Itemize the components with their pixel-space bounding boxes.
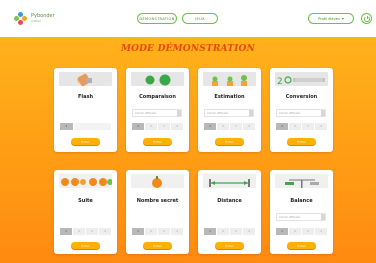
hand-pointing-icon — [59, 72, 112, 86]
brand-name: Pybonder édition — [31, 12, 55, 24]
main-area: MODE DÉMONSTRATION Flash 1 2 Entrer Comp… — [0, 37, 376, 263]
game-card-estimation: Estimation Choisir difficulté 1 2 3 4 En… — [198, 68, 261, 152]
game-title: Comparaison — [139, 94, 176, 100]
user-menu-button[interactable]: Profil élèves ▾ — [308, 13, 354, 24]
level-selector[interactable]: 1 2 3 4 — [132, 228, 183, 235]
level-button[interactable]: 3 — [158, 123, 170, 130]
start-button[interactable]: Entrer — [215, 138, 244, 145]
tab-demonstration[interactable]: DÉMONSTRATION — [137, 13, 177, 24]
level-selector[interactable]: 1 2 3 4 — [204, 228, 255, 235]
difficulty-select[interactable]: Choisir difficulté — [276, 109, 326, 117]
game-card-balance: Balance Choisir difficulté 1 2 3 4 Entre… — [270, 170, 333, 254]
level-button[interactable]: 4 — [171, 228, 183, 235]
brand-subtitle: édition — [31, 18, 42, 23]
level-button[interactable]: 1 — [204, 123, 216, 130]
start-button[interactable]: Entrer — [71, 138, 100, 145]
number-ruler-icon: 2 — [275, 72, 328, 86]
level-button[interactable]: 2 — [145, 123, 157, 130]
level-button[interactable]: 3 — [302, 228, 314, 235]
app-window: Pybonder édition DÉMONSTRATION JEUX Prof… — [0, 0, 376, 263]
distance-arrow-icon — [203, 174, 256, 188]
game-card-distance: Distance 1 2 3 4 Entrer — [198, 170, 261, 254]
level-selector[interactable]: 1 2 3 4 — [276, 123, 327, 130]
level-button[interactable]: 2 — [217, 123, 229, 130]
game-title: Suite — [78, 198, 93, 204]
start-button[interactable]: Entrer — [215, 242, 244, 249]
green-circles-icon — [131, 72, 184, 86]
logo[interactable]: Pybonder édition — [14, 12, 55, 25]
power-icon[interactable] — [361, 13, 372, 24]
level-button[interactable]: 2 — [289, 228, 301, 235]
level-selector[interactable]: 1 2 3 4 — [276, 228, 327, 235]
level-button[interactable]: 1 — [60, 228, 72, 235]
level-button[interactable]: 1 — [60, 123, 73, 130]
brand-label: Pybonder — [31, 12, 55, 19]
start-button[interactable]: Entrer — [71, 242, 100, 249]
level-button[interactable]: 3 — [302, 123, 314, 130]
tab-jeux[interactable]: JEUX — [182, 13, 218, 24]
level-button[interactable]: 4 — [243, 123, 255, 130]
difficulty-select[interactable]: Choisir difficulté — [204, 109, 254, 117]
level-button[interactable]: 4 — [315, 228, 327, 235]
level-button[interactable]: 4 — [171, 123, 183, 130]
level-button[interactable]: 1 — [132, 228, 144, 235]
logo-icon — [14, 12, 27, 25]
level-button[interactable]: 1 — [276, 228, 288, 235]
game-title: Estimation — [214, 94, 245, 100]
level-button[interactable]: 2 — [73, 123, 111, 130]
top-bar: Pybonder édition DÉMONSTRATION JEUX Prof… — [0, 0, 376, 38]
level-button[interactable]: 2 — [73, 228, 85, 235]
game-title: Flash — [77, 94, 94, 100]
balance-scale-icon — [275, 174, 328, 188]
difficulty-select[interactable]: Choisir difficulté — [132, 109, 182, 117]
game-card-conversion: 2 Conversion Choisir difficulté 1 2 3 4 … — [270, 68, 333, 152]
game-card-flash: Flash 1 2 Entrer — [54, 68, 117, 152]
level-selector[interactable]: 1 2 3 4 — [204, 123, 255, 130]
start-button[interactable]: Entrer — [287, 242, 316, 249]
difficulty-select[interactable]: Choisir difficulté — [276, 213, 326, 221]
level-button[interactable]: 2 — [217, 228, 229, 235]
level-button[interactable]: 1 — [132, 123, 144, 130]
plants-icon — [203, 72, 256, 86]
game-title: Conversion — [285, 94, 318, 100]
level-button[interactable]: 2 — [289, 123, 301, 130]
level-selector[interactable]: 1 2 3 4 — [132, 123, 183, 130]
game-title: Distance — [217, 198, 242, 204]
game-card-suite: Suite 1 2 3 4 Entrer — [54, 170, 117, 254]
level-button[interactable]: 4 — [99, 228, 111, 235]
chevron-down-icon: ▾ — [341, 16, 344, 21]
game-card-comparaison: Comparaison Choisir difficulté 1 2 3 4 E… — [126, 68, 189, 152]
level-button[interactable]: 2 — [145, 228, 157, 235]
page-title: MODE DÉMONSTRATION — [120, 44, 256, 54]
level-selector[interactable]: 1 2 — [60, 123, 111, 130]
start-button[interactable]: Entrer — [287, 138, 316, 145]
game-title: Balance — [290, 198, 313, 204]
level-button[interactable]: 4 — [315, 123, 327, 130]
level-button[interactable]: 1 — [276, 123, 288, 130]
level-button[interactable]: 3 — [230, 228, 242, 235]
level-button[interactable]: 4 — [243, 228, 255, 235]
start-button[interactable]: Entrer — [143, 138, 172, 145]
mystery-fruit-icon — [131, 174, 184, 188]
level-button[interactable]: 3 — [158, 228, 170, 235]
level-button[interactable]: 1 — [204, 228, 216, 235]
start-button[interactable]: Entrer — [143, 242, 172, 249]
game-card-nombre-secret: Nombre secret 1 2 3 4 Entrer — [126, 170, 189, 254]
level-button[interactable]: 3 — [86, 228, 98, 235]
user-menu-label: Profil élèves — [318, 16, 340, 21]
level-button[interactable]: 3 — [230, 123, 242, 130]
game-title: Nombre secret — [136, 198, 179, 204]
level-selector[interactable]: 1 2 3 4 — [60, 228, 111, 235]
svg-text:2: 2 — [277, 77, 283, 86]
orange-sequence-icon — [59, 174, 112, 188]
